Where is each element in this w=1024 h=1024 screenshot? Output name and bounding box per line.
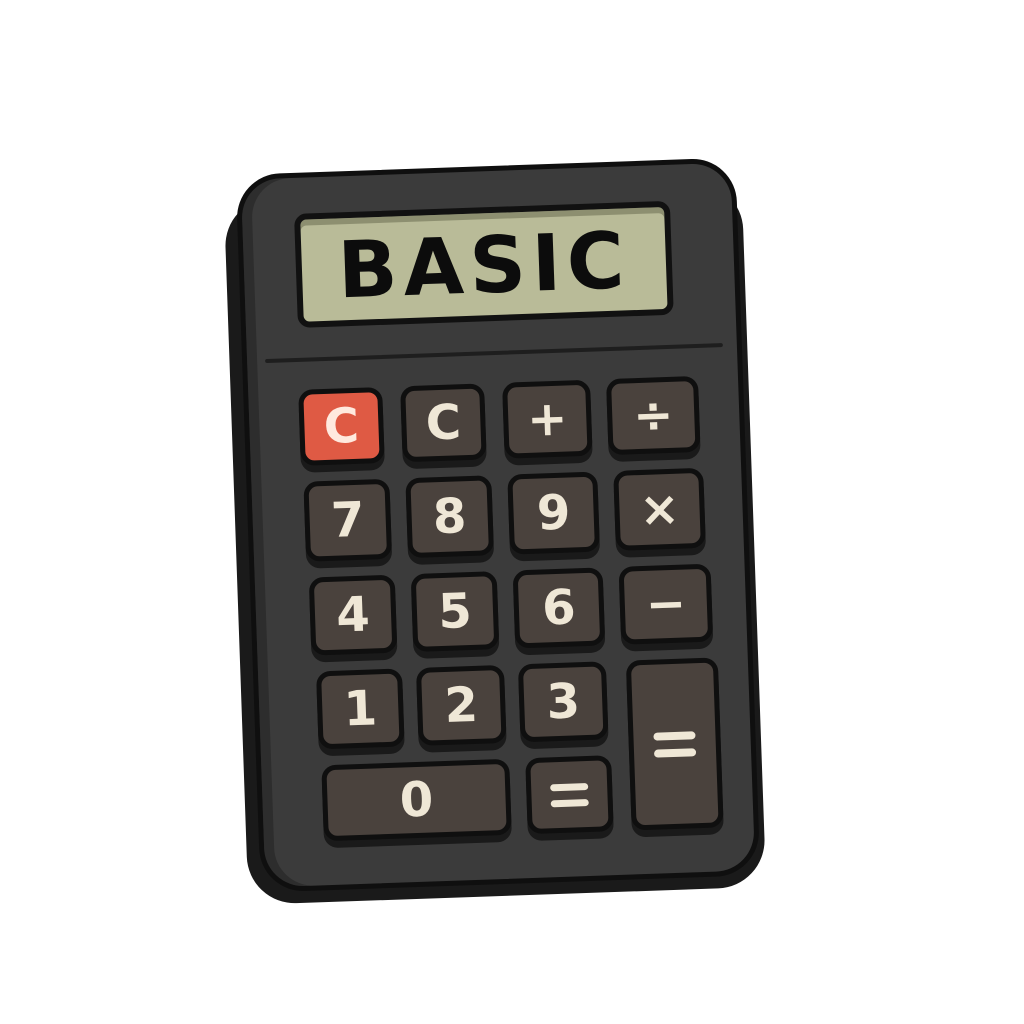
multiply-button[interactable]: × bbox=[613, 467, 706, 551]
display-divider bbox=[265, 343, 723, 364]
plus-button[interactable]: + bbox=[502, 379, 593, 459]
equals-tall-button[interactable] bbox=[625, 657, 724, 831]
nine-button[interactable]: 9 bbox=[507, 471, 600, 555]
zero-button[interactable]: 0 bbox=[321, 758, 512, 842]
stage: BASIC C C + ÷ 7 8 9 × 4 5 6 − 1 2 3 0 bbox=[0, 0, 1024, 1024]
one-button[interactable]: 1 bbox=[315, 668, 405, 750]
two-button[interactable]: 2 bbox=[415, 664, 507, 746]
calculator-display: BASIC bbox=[294, 200, 674, 328]
five-button[interactable]: 5 bbox=[410, 571, 500, 653]
equals-button[interactable] bbox=[525, 755, 614, 835]
divide-button[interactable]: ÷ bbox=[605, 375, 701, 456]
equals-icon bbox=[653, 730, 697, 758]
clear-button[interactable]: C bbox=[400, 383, 487, 463]
three-button[interactable]: 3 bbox=[517, 661, 609, 743]
eight-button[interactable]: 8 bbox=[405, 475, 495, 559]
minus-button[interactable]: − bbox=[618, 563, 714, 645]
calculator: BASIC C C + ÷ 7 8 9 × 4 5 6 − 1 2 3 0 bbox=[235, 157, 761, 893]
keypad: C C + ÷ 7 8 9 × 4 5 6 − 1 2 3 0 bbox=[298, 375, 724, 846]
six-button[interactable]: 6 bbox=[512, 567, 606, 649]
clear-red-button[interactable]: C bbox=[298, 386, 385, 466]
equals-icon bbox=[550, 782, 589, 807]
seven-button[interactable]: 7 bbox=[303, 478, 393, 562]
four-button[interactable]: 4 bbox=[308, 574, 398, 656]
display-text: BASIC bbox=[336, 216, 632, 317]
